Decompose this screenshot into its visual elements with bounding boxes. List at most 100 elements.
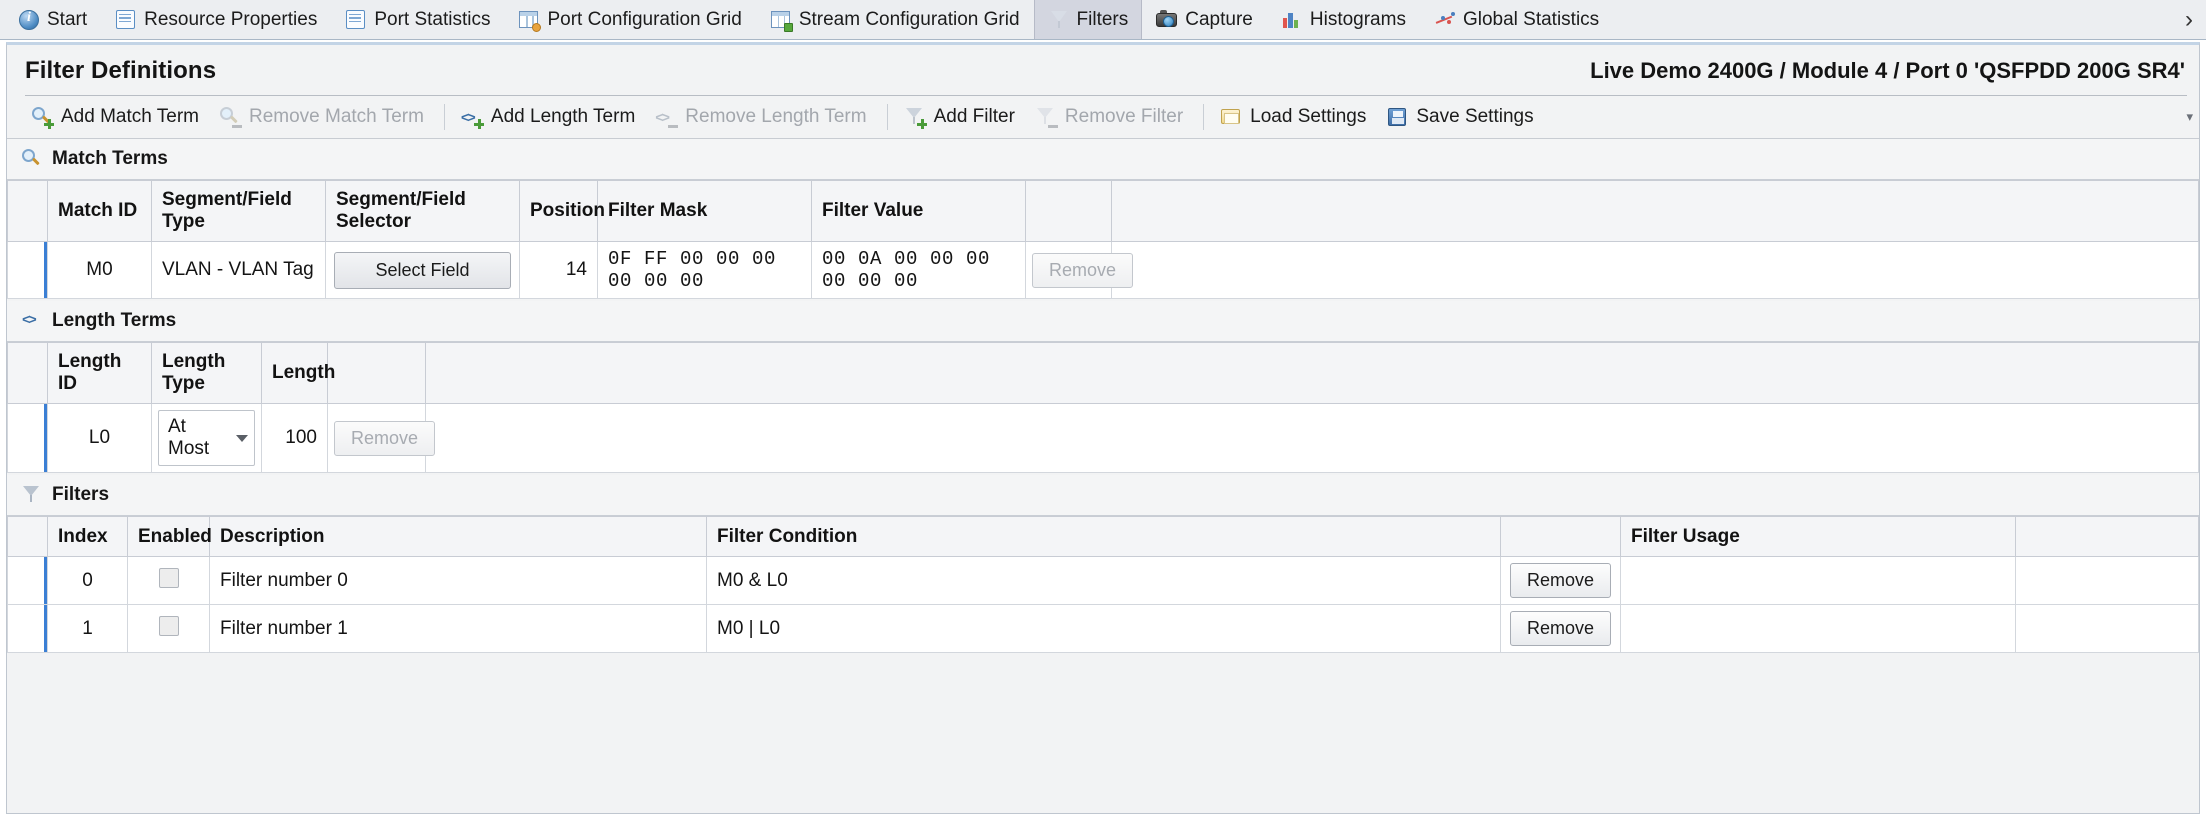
cell-filter-value[interactable]: 00 0A 00 00 00 00 00 00 xyxy=(811,241,1026,299)
cell-filter-condition[interactable]: M0 & L0 xyxy=(706,556,1501,605)
add-filter-button[interactable]: Add Filter xyxy=(896,102,1027,132)
select-field-button[interactable]: Select Field xyxy=(334,251,511,289)
table-row[interactable]: 1 Filter number 1 M0 | L0 Remove xyxy=(7,604,2199,653)
remove-filter-row-button[interactable]: Remove xyxy=(1509,611,1612,646)
add-filter-icon xyxy=(904,106,927,129)
col-length-id[interactable]: Length ID xyxy=(47,342,152,404)
tab-start[interactable]: Start xyxy=(4,0,101,39)
col-filter-value[interactable]: Filter Value xyxy=(811,180,1026,242)
save-settings-button[interactable]: Save Settings xyxy=(1378,102,1545,132)
cell-segment-field-selector[interactable]: Select Field xyxy=(325,241,520,299)
row-selector[interactable] xyxy=(7,241,48,299)
cell-remove-action[interactable]: Remove xyxy=(327,403,436,473)
button-label: Save Settings xyxy=(1416,106,1534,127)
tab-port-configuration-grid[interactable]: Port Configuration Grid xyxy=(504,0,755,39)
col-length-type[interactable]: Length Type xyxy=(151,342,262,404)
main-tabbar[interactable]: Start Resource Properties Port Statistic… xyxy=(0,0,2206,40)
tab-resource-properties[interactable]: Resource Properties xyxy=(101,0,331,39)
cell-filter-mask[interactable]: 0F FF 00 00 00 00 00 00 xyxy=(597,241,812,299)
chevron-down-icon xyxy=(236,434,248,442)
length-terms-section-header: <> Length Terms xyxy=(7,301,2199,342)
row-selector[interactable] xyxy=(7,556,48,605)
cell-match-id: M0 xyxy=(47,241,152,299)
cell-spacer xyxy=(425,403,2199,473)
table-row[interactable]: L0 At Most 100 Remove xyxy=(7,403,2199,473)
remove-match-term-button[interactable]: Remove Match Term xyxy=(211,102,436,132)
remove-length-term-button[interactable]: <> Remove Length Term xyxy=(647,102,878,132)
cell-enabled[interactable] xyxy=(127,604,210,653)
remove-filter-button[interactable]: Remove Filter xyxy=(1027,102,1195,132)
tab-port-statistics[interactable]: Port Statistics xyxy=(331,0,504,39)
cell-segment-field-type[interactable]: VLAN - VLAN Tag xyxy=(151,241,326,299)
enabled-checkbox[interactable] xyxy=(158,615,179,636)
col-filter-mask[interactable]: Filter Mask xyxy=(597,180,812,242)
button-label: Remove Match Term xyxy=(248,106,424,127)
tab-histograms[interactable]: Histograms xyxy=(1267,0,1420,39)
cell-length[interactable]: 100 xyxy=(261,403,328,473)
table-row[interactable]: 0 Filter number 0 M0 & L0 Remove xyxy=(7,556,2199,605)
cell-filter-condition[interactable]: M0 | L0 xyxy=(706,604,1501,653)
col-filter-condition[interactable]: Filter Condition xyxy=(706,516,1501,557)
row-selector[interactable] xyxy=(7,403,48,473)
load-settings-button[interactable]: Load Settings xyxy=(1212,102,1378,132)
col-length[interactable]: Length xyxy=(261,342,335,404)
remove-filter-row-button[interactable]: Remove xyxy=(1509,563,1612,598)
col-position[interactable]: Position xyxy=(519,180,605,242)
match-terms-table: Match ID Segment/Field Type Segment/Fiel… xyxy=(7,180,2199,299)
page-title: Filter Definitions xyxy=(25,57,217,84)
cell-enabled[interactable] xyxy=(127,556,210,605)
filter-toolbar: Add Match Term Remove Match Term <> Add … xyxy=(7,96,2199,139)
cell-index: 0 xyxy=(47,556,128,605)
button-label: Remove Length Term xyxy=(685,106,867,127)
panel-header: Filter Definitions Live Demo 2400G / Mod… xyxy=(7,45,2199,85)
remove-match-term-row-button[interactable]: Remove xyxy=(1032,252,1134,288)
tab-capture[interactable]: Capture xyxy=(1142,0,1267,39)
add-match-term-button[interactable]: Add Match Term xyxy=(23,102,211,132)
section-title: Length Terms xyxy=(52,310,177,331)
tab-global-statistics[interactable]: Global Statistics xyxy=(1420,0,1613,39)
info-icon xyxy=(18,9,40,31)
tab-label: Stream Configuration Grid xyxy=(798,8,1020,30)
col-select xyxy=(7,342,48,404)
tab-label: Resource Properties xyxy=(144,8,318,30)
remove-length-term-row-button[interactable]: Remove xyxy=(334,420,436,456)
col-segment-field-type[interactable]: Segment/Field Type xyxy=(151,180,326,242)
cell-description[interactable]: Filter number 0 xyxy=(209,556,707,605)
cell-remove-action[interactable]: Remove xyxy=(1025,241,1134,299)
table-header-row: Match ID Segment/Field Type Segment/Fiel… xyxy=(7,180,2199,242)
cell-remove-action[interactable]: Remove xyxy=(1500,604,1621,653)
col-filter-usage[interactable]: Filter Usage xyxy=(1620,516,2016,557)
col-segment-field-selector[interactable]: Segment/Field Selector xyxy=(325,180,520,242)
add-length-term-icon: <> xyxy=(461,106,484,129)
cell-remove-action[interactable]: Remove xyxy=(1500,556,1621,605)
button-label: Remove Filter xyxy=(1064,106,1184,127)
toolbar-overflow-button[interactable]: ▾ xyxy=(2186,109,2193,125)
length-type-dropdown[interactable]: At Most xyxy=(158,410,255,466)
filters-section-header: Filters xyxy=(7,475,2199,516)
tabbar-scroll-right-button[interactable]: › xyxy=(2176,0,2202,39)
camera-icon xyxy=(1156,9,1178,31)
col-description[interactable]: Description xyxy=(209,516,707,557)
match-terms-section-header: Match Terms xyxy=(7,139,2199,180)
button-label: Add Match Term xyxy=(61,106,199,127)
cell-length-type[interactable]: At Most xyxy=(151,403,262,473)
filter-icon xyxy=(21,484,43,506)
add-length-term-button[interactable]: <> Add Length Term xyxy=(453,102,647,132)
col-select xyxy=(7,516,48,557)
cell-filter-usage[interactable] xyxy=(1620,604,2016,653)
cell-position[interactable]: 14 xyxy=(519,241,598,299)
col-index[interactable]: Index xyxy=(47,516,128,557)
col-match-id[interactable]: Match ID xyxy=(47,180,152,242)
tab-filters[interactable]: Filters xyxy=(1033,0,1143,39)
cell-description[interactable]: Filter number 1 xyxy=(209,604,707,653)
section-title: Match Terms xyxy=(52,148,168,169)
cell-filter-usage[interactable] xyxy=(1620,556,2016,605)
col-spacer xyxy=(425,342,2199,404)
row-selector[interactable] xyxy=(7,604,48,653)
enabled-checkbox[interactable] xyxy=(158,567,179,588)
table-row[interactable]: M0 VLAN - VLAN Tag Select Field 14 0F FF… xyxy=(7,241,2199,299)
col-spacer xyxy=(2015,516,2199,557)
col-actions xyxy=(1500,516,1621,557)
tab-stream-configuration-grid[interactable]: Stream Configuration Grid xyxy=(756,0,1034,39)
col-enabled[interactable]: Enabled xyxy=(127,516,212,557)
